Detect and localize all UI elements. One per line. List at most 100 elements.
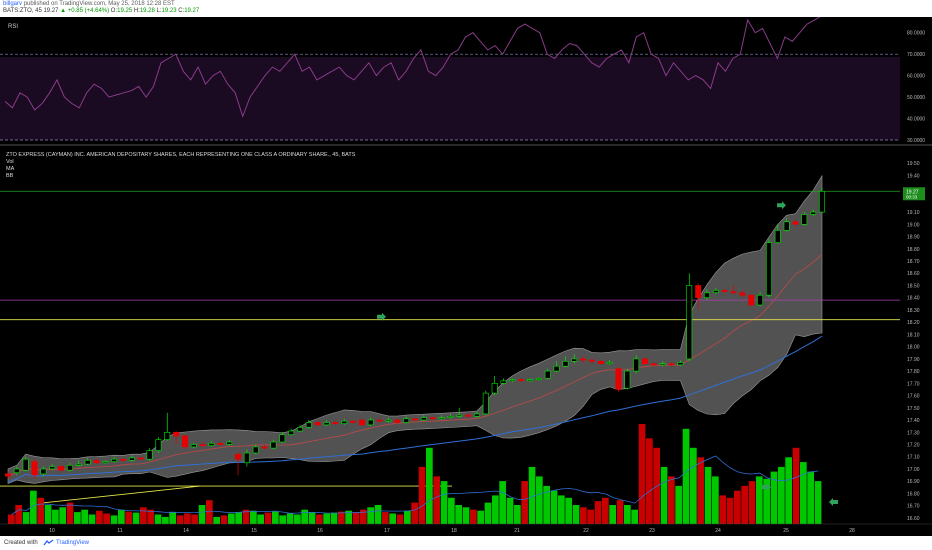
price-tick-label: 17.80 — [907, 369, 920, 375]
candle-body — [22, 458, 29, 471]
volume-bar — [286, 513, 294, 524]
legend-ma[interactable]: MA — [6, 166, 15, 172]
volume-bar — [125, 511, 132, 524]
candle-body — [376, 419, 383, 422]
volume-bar — [367, 507, 374, 524]
candle-body — [111, 458, 118, 462]
volume-bar — [514, 505, 521, 524]
symbol-name: BATS:ZTO, 45 — [3, 8, 42, 14]
candle-body — [358, 419, 365, 426]
volume-bar — [411, 502, 418, 524]
time-axis[interactable]: 10 11 14 15 16 17 18 21 22 23 24 25 28 — [0, 523, 932, 536]
candle-body — [721, 289, 728, 292]
legend-vol[interactable]: Vol — [6, 159, 14, 165]
volume-bar — [118, 509, 125, 524]
candle-body — [252, 446, 259, 454]
volume-bar — [37, 497, 44, 524]
volume-bar — [418, 466, 426, 524]
volume-bar — [404, 510, 411, 524]
volume-bar — [132, 512, 140, 524]
time-tick-label: 14 — [183, 528, 189, 534]
volume-bar — [96, 510, 103, 524]
time-tick-label: 25 — [783, 528, 789, 534]
candle-body — [243, 452, 250, 464]
volume-bar — [176, 515, 184, 524]
volume-bar — [8, 514, 15, 524]
volume-bar — [140, 507, 147, 524]
candle-body — [155, 439, 162, 451]
candle-body — [137, 457, 144, 460]
volume-bar — [778, 466, 785, 524]
publisher-name[interactable]: billgarv — [3, 1, 22, 7]
volume-bar — [294, 514, 301, 524]
volume-bar — [792, 447, 800, 524]
volume-bar — [638, 424, 646, 524]
candle-body — [765, 242, 772, 296]
last-price: 19.27 — [43, 8, 59, 14]
tradingview-brand[interactable]: TradingView — [56, 540, 89, 546]
volume-bar — [213, 516, 220, 524]
rsi-tick-label: 80.0000 — [907, 31, 925, 37]
volume-bar — [316, 514, 323, 524]
candle-body — [456, 414, 463, 417]
close-value: 19.27 — [184, 8, 200, 14]
candle-body — [606, 362, 613, 365]
time-tick-label: 16 — [317, 528, 323, 534]
volume-bar — [704, 466, 712, 524]
price-tick-label: 18.20 — [907, 320, 920, 326]
price-tick-label: 16.70 — [907, 504, 920, 510]
price-tick-label: 18.00 — [907, 345, 920, 351]
published-text: published on TradingView.com, May 25, 20… — [23, 1, 175, 7]
volume-bar — [338, 511, 345, 524]
rsi-title: RSI — [8, 24, 18, 30]
volume-bar — [44, 505, 52, 524]
volume-bar — [462, 507, 470, 524]
candle-body — [75, 463, 82, 466]
rsi-tick-label: 70.0000 — [907, 52, 925, 58]
candle-body — [500, 380, 507, 384]
volume-bar — [250, 510, 257, 524]
volume-bar — [572, 505, 580, 524]
volume-bar — [220, 515, 228, 524]
candle-body — [730, 291, 737, 294]
volume-bar — [785, 457, 792, 524]
price-tick-label: 18.10 — [907, 332, 920, 338]
candle-body — [615, 368, 622, 390]
candle-body — [429, 417, 436, 420]
volume-bar — [74, 512, 81, 524]
price-tick-label: 17.20 — [907, 443, 920, 449]
price-tick-label: 18.40 — [907, 296, 920, 302]
chart-canvas[interactable]: RSI 80.0000 70.0000 60.0000 50.0000 40.0000 3… — [0, 17, 932, 536]
candle-body — [818, 191, 825, 213]
rsi-tick-label: 30.0000 — [907, 138, 925, 144]
candle-body — [633, 358, 640, 372]
time-tick-label: 24 — [715, 528, 721, 534]
time-tick-label: 22 — [583, 528, 589, 534]
candle-body — [261, 446, 268, 449]
price-tick-label: 18.50 — [907, 284, 920, 290]
created-with-text: Created with — [4, 540, 38, 546]
price-tick-label: 17.10 — [907, 455, 920, 461]
volume-bar — [279, 515, 286, 524]
candle-body — [757, 294, 764, 306]
volume-bar — [235, 512, 242, 524]
price-tick-label: 19.00 — [907, 222, 920, 228]
price-tick-label: 16.60 — [907, 516, 920, 522]
candle-body — [509, 379, 516, 382]
candle-body — [13, 468, 20, 474]
candle-body — [482, 392, 489, 415]
candle-body — [173, 431, 180, 437]
candle-body — [473, 413, 480, 417]
candle-body — [624, 370, 631, 389]
volume-bar — [624, 505, 631, 524]
volume-bar — [110, 515, 118, 524]
symbol-line: BATS:ZTO, 45 19.27 ▲ +0.85 (+4.64%) O:19… — [3, 8, 199, 15]
price-tick-label: 18.60 — [907, 271, 920, 277]
time-tick-label: 15 — [251, 528, 257, 534]
price-tick-label: 19.50 — [907, 161, 920, 167]
price-tick-label: 19.40 — [907, 173, 920, 179]
legend-bb[interactable]: BB — [6, 173, 14, 179]
candle-body — [226, 441, 233, 445]
price-tick-label: 16.90 — [907, 479, 920, 485]
candle-body — [748, 294, 755, 306]
